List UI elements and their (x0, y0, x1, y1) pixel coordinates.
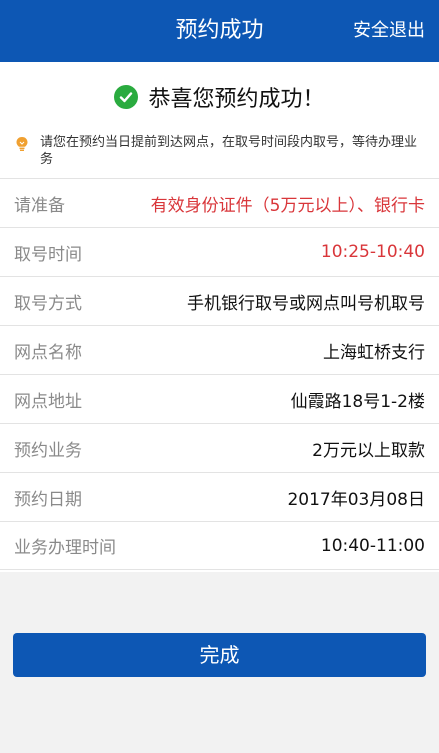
detail-row: 预约业务 2万元以上取款 (0, 423, 439, 472)
detail-row: 预约日期 2017年03月08日 (0, 472, 439, 521)
detail-value: 2017年03月08日 (287, 489, 425, 510)
detail-row: 网点地址 仙霞路18号1-2楼 (0, 374, 439, 423)
detail-label: 取号方式 (14, 293, 82, 314)
done-button[interactable]: 完成 (13, 633, 426, 677)
result-panel: 恭喜您预约成功！ 请您在预约当日提前到达网点，在取号时间段内取号，等待办理业务 … (0, 62, 439, 572)
detail-row: 取号时间 10:25-10:40 (0, 227, 439, 276)
detail-value: 上海虹桥支行 (323, 342, 425, 363)
detail-row: 请准备 有效身份证件（5万元以上）、银行卡 (0, 178, 439, 227)
detail-value: 2万元以上取款 (312, 440, 425, 461)
detail-value: 10:40-11:00 (320, 535, 425, 556)
detail-label: 业务办理时间 (14, 538, 116, 558)
check-circle-icon (114, 85, 139, 109)
success-banner: 恭喜您预约成功！ (0, 80, 439, 114)
detail-label: 网点名称 (14, 342, 82, 363)
detail-value: 有效身份证件（5万元以上）、银行卡 (150, 195, 425, 216)
notice-text: 请您在预约当日提前到达网点，在取号时间段内取号，等待办理业务 (40, 135, 418, 167)
detail-row: 取号方式 手机银行取号或网点叫号机取号 (0, 276, 439, 325)
detail-list: 请准备 有效身份证件（5万元以上）、银行卡取号时间 10:25-10:40 取号方式 手… (0, 178, 439, 570)
lightbulb-icon (14, 136, 30, 152)
logout-button[interactable]: 安全退出 (353, 0, 425, 62)
detail-label: 网点地址 (14, 391, 82, 412)
success-message: 恭喜您预约成功！ (148, 87, 325, 112)
detail-value: 仙霞路18号1-2楼 (290, 391, 425, 412)
detail-label: 预约日期 (14, 489, 82, 510)
detail-row: 业务办理时间 10:40-11:00 (0, 521, 439, 570)
detail-value: 手机银行取号或网点叫号机取号 (187, 293, 425, 314)
app-header: 预约成功 安全退出 (0, 0, 439, 62)
detail-label: 预约业务 (14, 440, 82, 461)
detail-value: 10:25-10:40 (320, 242, 425, 262)
detail-label: 请准备 (14, 195, 65, 216)
detail-row: 网点名称 上海虹桥支行 (0, 325, 439, 374)
notice: 请您在预约当日提前到达网点，在取号时间段内取号，等待办理业务 (14, 134, 423, 178)
detail-label: 取号时间 (14, 244, 82, 265)
